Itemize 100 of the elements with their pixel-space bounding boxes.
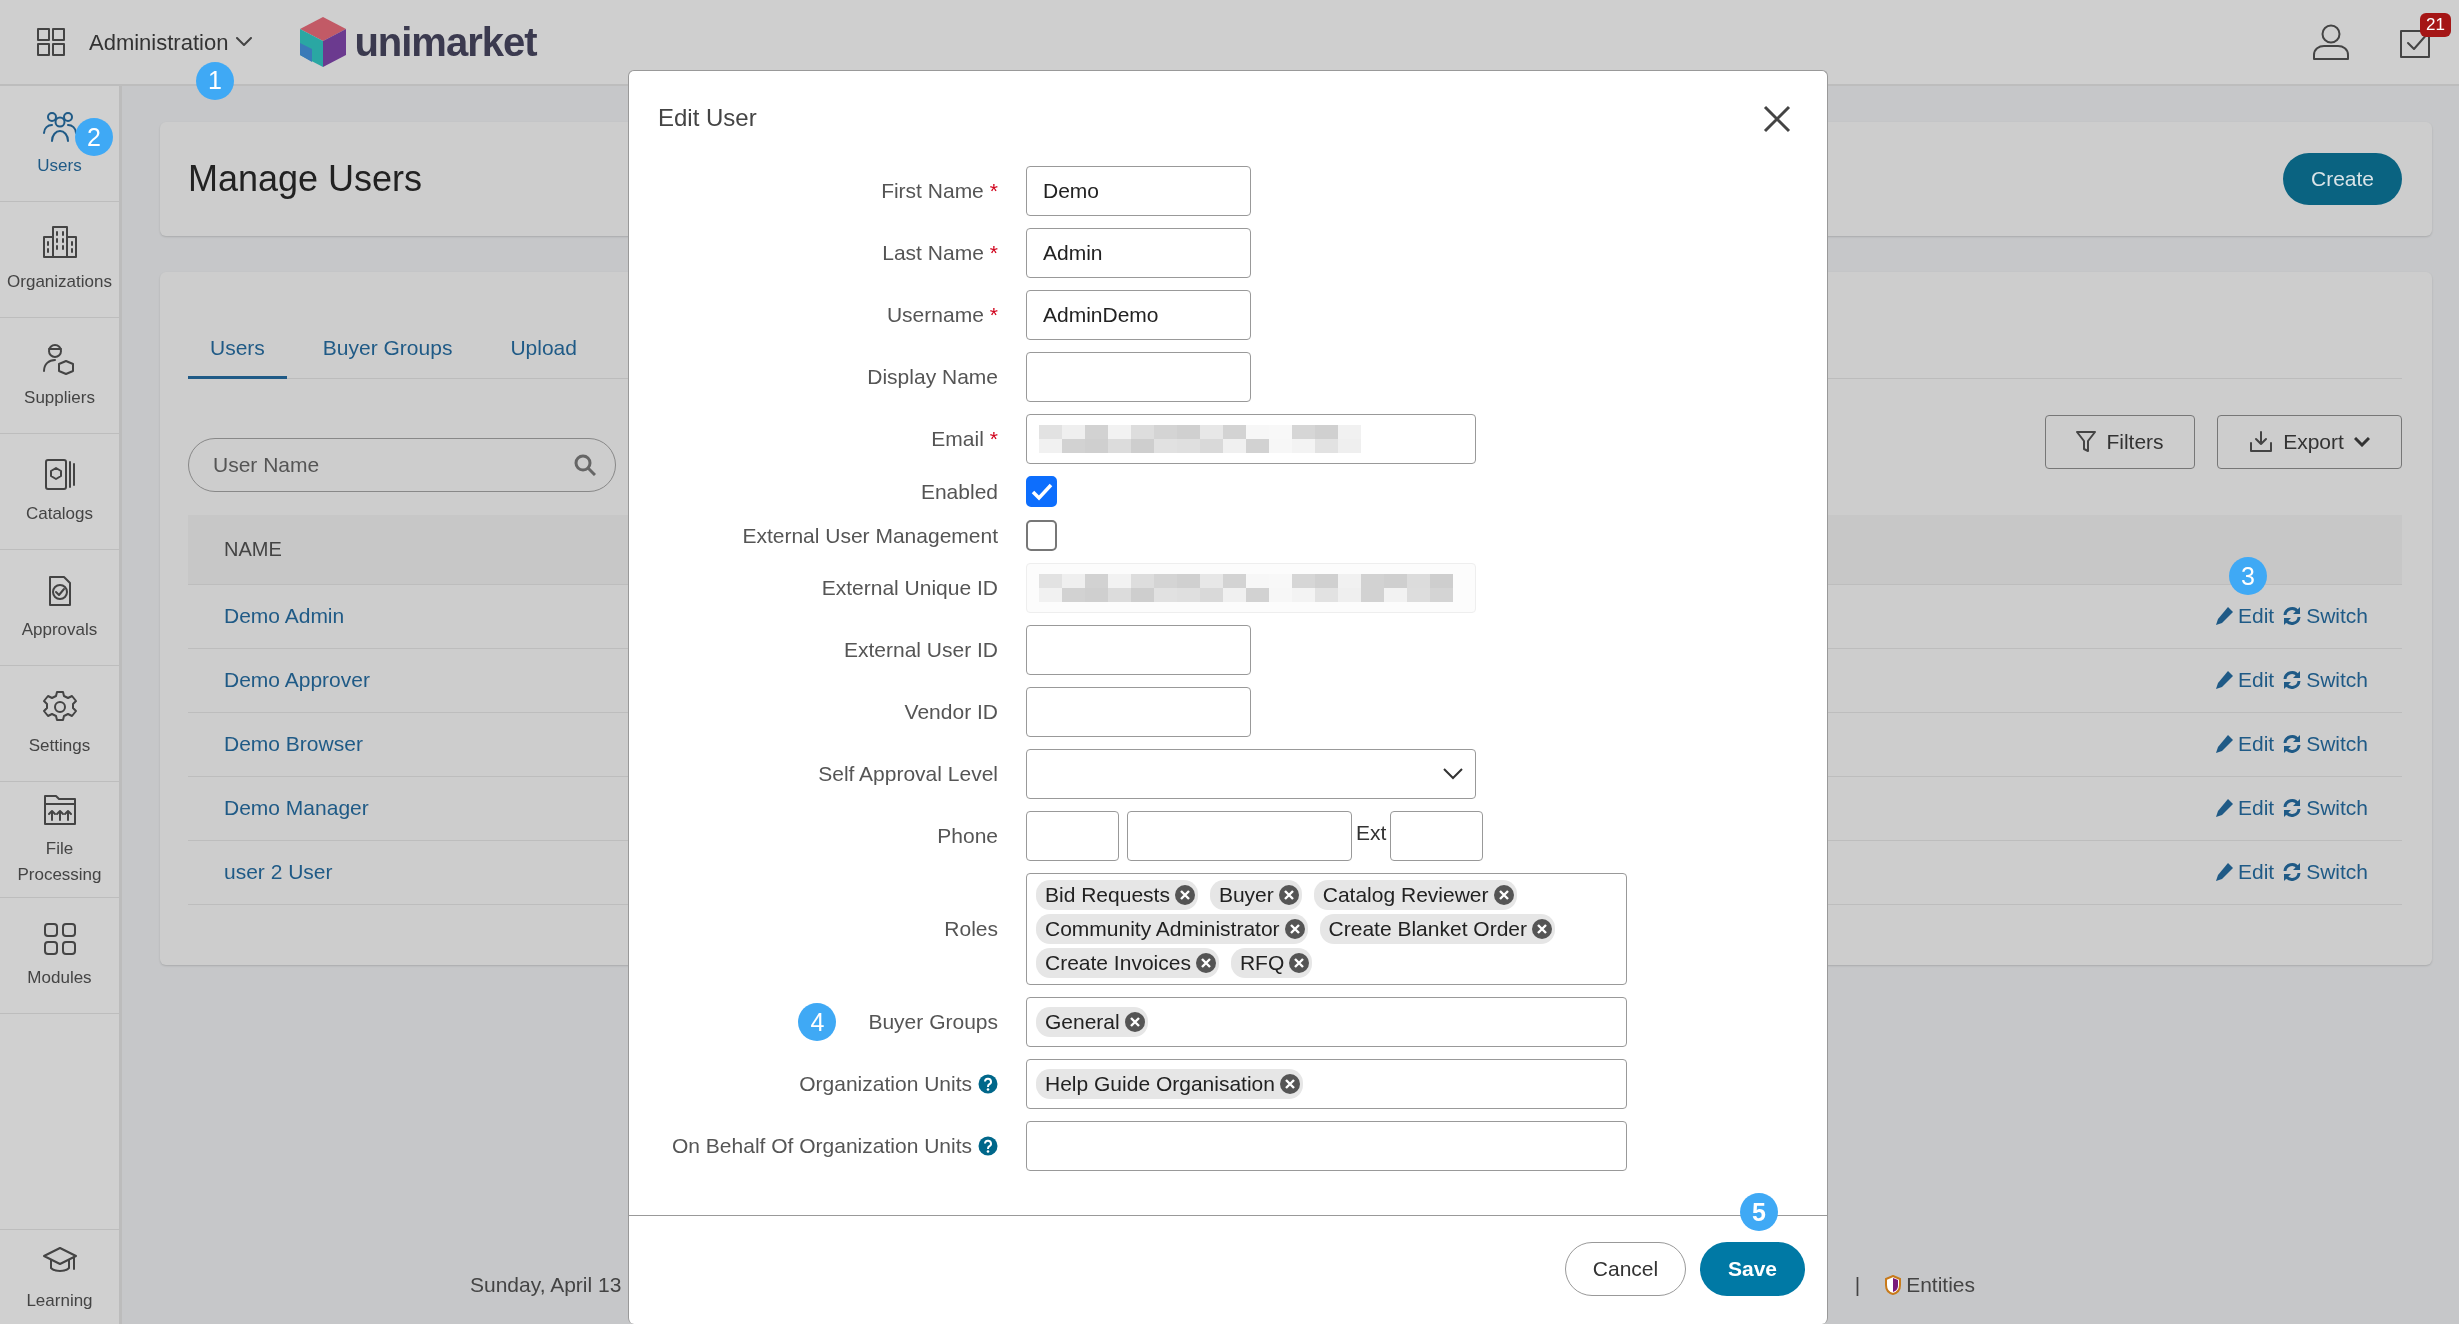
field-label: External User ID <box>843 637 998 664</box>
user-name-link[interactable]: Demo Admin <box>224 600 345 632</box>
user-profile-icon[interactable] <box>2311 24 2351 60</box>
tab[interactable]: Buyer Groups <box>300 332 475 379</box>
sidebar-item[interactable]: Modules <box>0 898 119 1014</box>
user-name-link[interactable]: user 2 User <box>224 856 333 888</box>
switch-link[interactable]: Switch <box>2282 792 2368 824</box>
buildings-icon <box>41 224 78 261</box>
sidebar-item[interactable]: Catalogs <box>0 434 119 550</box>
tag-input-field[interactable]: General <box>1026 997 1627 1047</box>
grid-icon <box>41 920 78 957</box>
tab[interactable]: Users <box>188 332 287 379</box>
tag-chip: Help Guide Organisation <box>1036 1069 1303 1099</box>
remove-icon[interactable] <box>1531 918 1553 940</box>
sidebar-item[interactable]: File Processing <box>0 782 119 898</box>
tag-input-field[interactable] <box>1026 1121 1627 1171</box>
chevron-down-icon <box>2353 436 2370 447</box>
phone-code-input[interactable] <box>1026 811 1119 861</box>
switch-link[interactable]: Switch <box>2282 664 2368 696</box>
user-name-link[interactable]: Demo Manager <box>224 792 369 824</box>
field-label: First Name <box>881 178 984 205</box>
tag-input-field[interactable]: Help Guide Organisation <box>1026 1059 1627 1109</box>
export-button[interactable]: Export <box>2217 414 2402 469</box>
remove-icon[interactable] <box>1173 884 1196 906</box>
chevron-down-icon <box>1443 768 1463 780</box>
notification-badge: 21 <box>2420 12 2451 37</box>
entities-link[interactable]: Entities <box>1884 1268 1975 1301</box>
checkbox[interactable] <box>1026 519 1057 551</box>
create-button[interactable]: Create <box>2282 153 2402 205</box>
sidebar-item[interactable]: Approvals <box>0 550 119 666</box>
text-input[interactable] <box>1026 414 1476 464</box>
text-input[interactable]: Demo <box>1026 166 1251 216</box>
sidebar-item[interactable]: Settings <box>0 666 119 782</box>
remove-icon[interactable] <box>1277 884 1300 906</box>
filters-button[interactable]: Filters <box>2045 414 2195 469</box>
pencil-icon <box>2213 734 2234 754</box>
text-input[interactable]: Admin <box>1026 228 1251 278</box>
step-marker: 1 <box>196 61 234 100</box>
required-asterisk: * <box>989 240 998 267</box>
sidebar-item[interactable]: Suppliers <box>0 318 119 434</box>
field-label: Roles <box>944 916 998 943</box>
step-marker: 4 <box>798 1003 837 1041</box>
tag-chip: Catalog Reviewer <box>1313 880 1517 910</box>
switch-link[interactable]: Switch <box>2282 856 2368 888</box>
field-label: Organization Units <box>799 1071 972 1098</box>
text-input[interactable]: AdminDemo <box>1026 290 1251 340</box>
ext-label: Ext <box>1356 820 1387 847</box>
remove-icon[interactable] <box>1278 1073 1301 1095</box>
required-asterisk: * <box>989 302 998 329</box>
tag-chip: General <box>1036 1007 1148 1037</box>
search-icon <box>574 453 596 476</box>
phone-number-input[interactable] <box>1127 811 1352 861</box>
remove-icon[interactable] <box>1283 918 1306 940</box>
remove-icon[interactable] <box>1194 952 1217 974</box>
user-name-link[interactable]: Demo Browser <box>224 728 363 760</box>
field-label: External User Management <box>742 522 998 549</box>
search-field[interactable]: User Name <box>188 437 616 492</box>
tag-chip: Community Administrator <box>1036 914 1308 944</box>
download-tray-icon <box>2249 430 2274 453</box>
remove-icon[interactable] <box>1492 884 1515 906</box>
pencil-icon <box>2213 606 2234 626</box>
logo-wordmark: unimarket <box>354 19 537 66</box>
text-input[interactable] <box>1026 625 1251 675</box>
tag-chip: RFQ <box>1230 948 1313 978</box>
user-name-link[interactable]: Demo Approver <box>224 664 370 696</box>
tab[interactable]: Upload <box>488 332 599 379</box>
edit-link[interactable]: Edit <box>2213 664 2275 696</box>
field-label: Vendor ID <box>904 699 998 726</box>
refresh-icon <box>2282 606 2303 626</box>
step-marker: 2 <box>75 118 113 156</box>
switch-link[interactable]: Switch <box>2282 600 2368 632</box>
edit-link[interactable]: Edit <box>2213 856 2275 888</box>
cube-logo-icon <box>300 17 347 67</box>
refresh-icon <box>2282 798 2303 818</box>
edit-link[interactable]: Edit <box>2213 728 2275 760</box>
cancel-button[interactable]: Cancel <box>1565 1242 1686 1296</box>
edit-link[interactable]: Edit <box>2213 792 2275 824</box>
footer-separator: | <box>1854 1271 1861 1298</box>
shield-icon <box>1884 1274 1903 1295</box>
funnel-icon <box>2076 430 2097 453</box>
field-label: Username <box>886 302 984 329</box>
checkbox[interactable] <box>1026 476 1057 508</box>
close-button[interactable] <box>1763 104 1791 133</box>
sidebar-item[interactable]: Organizations <box>0 202 119 318</box>
tag-chip: Create Invoices <box>1036 948 1219 978</box>
folder-upload-icon <box>41 792 78 828</box>
remove-icon[interactable] <box>1123 1011 1146 1033</box>
sidebar-item[interactable]: Learning <box>0 1229 119 1324</box>
help-icon[interactable] <box>978 1074 998 1094</box>
text-input[interactable] <box>1026 352 1251 402</box>
help-icon[interactable] <box>978 1136 998 1156</box>
remove-icon[interactable] <box>1288 952 1311 974</box>
select-dropdown[interactable] <box>1026 749 1476 799</box>
switch-link[interactable]: Switch <box>2282 728 2368 760</box>
tag-input-field[interactable]: Bid Requests Buyer Catalog Reviewer Community Administrator Create Blanket Order Create Invoices RFQ <box>1026 873 1627 985</box>
phone-ext-input[interactable] <box>1390 811 1484 861</box>
sidebar-item[interactable]: Users 2 <box>0 86 119 202</box>
chevron-down-icon <box>236 37 253 47</box>
refresh-icon <box>2282 734 2303 754</box>
text-input[interactable] <box>1026 687 1251 737</box>
